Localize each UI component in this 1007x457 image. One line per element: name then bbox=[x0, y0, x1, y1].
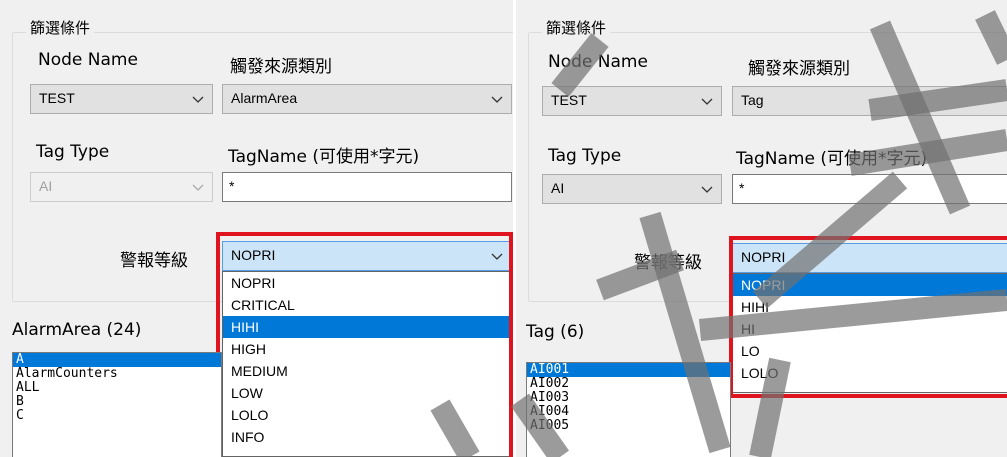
alarm-level-option[interactable]: HIGH bbox=[223, 338, 511, 360]
trigger-source-combo[interactable]: AlarmArea bbox=[222, 84, 512, 114]
chevron-down-icon[interactable] bbox=[697, 87, 717, 115]
filter-group-title: 篩選條件 bbox=[542, 17, 611, 38]
list-item[interactable]: ALL bbox=[13, 381, 221, 395]
alarm-level-dropdown: NOPRI CRITICAL HIHI HIGH MEDIUM LOW LOLO… bbox=[222, 271, 512, 457]
list-item[interactable]: AI003 bbox=[527, 391, 730, 405]
right-filter-panel: 篩選條件 Node Name 觸發來源類別 TEST Tag Tag Type … bbox=[516, 0, 1007, 457]
list-item[interactable]: A bbox=[13, 353, 221, 367]
trigger-source-value: AlarmArea bbox=[231, 90, 298, 106]
tag-type-combo: AI bbox=[30, 172, 213, 202]
alarm-level-dropdown: NOPRI HIHI HI LO LOLO bbox=[732, 273, 1007, 393]
list-item[interactable]: AI001 bbox=[527, 363, 730, 377]
tag-listbox[interactable]: AI001 AI002 AI003 AI004 AI005 bbox=[526, 362, 731, 457]
tagname-label: TagName (可使用*字元) bbox=[228, 147, 420, 167]
alarm-level-option[interactable]: LO bbox=[733, 340, 1007, 362]
trigger-source-label: 觸發來源類別 bbox=[230, 57, 332, 77]
list-item[interactable]: AI002 bbox=[527, 377, 730, 391]
node-name-value: TEST bbox=[551, 92, 587, 108]
tag-type-label: Tag Type bbox=[548, 146, 622, 166]
node-name-combo[interactable]: TEST bbox=[542, 86, 722, 116]
alarm-level-label: 警報等級 bbox=[634, 253, 702, 273]
tag-type-value: AI bbox=[39, 178, 53, 194]
alarm-level-combo[interactable]: NOPRI bbox=[732, 243, 1007, 273]
list-item[interactable]: AI004 bbox=[527, 405, 730, 419]
node-name-label: Node Name bbox=[38, 50, 138, 70]
chevron-down-icon[interactable] bbox=[487, 242, 507, 270]
alarm-level-option[interactable]: HIHI bbox=[733, 296, 1007, 318]
node-name-value: TEST bbox=[39, 90, 75, 106]
filter-group-title: 篩選條件 bbox=[26, 17, 95, 38]
trigger-source-combo[interactable]: Tag bbox=[732, 86, 1007, 116]
tag-type-value: AI bbox=[551, 180, 565, 196]
chevron-down-icon[interactable] bbox=[697, 175, 717, 203]
chevron-down-icon[interactable] bbox=[188, 85, 208, 113]
alarm-area-listbox[interactable]: A AlarmCounters ALL B C bbox=[12, 352, 222, 457]
node-name-label: Node Name bbox=[548, 52, 648, 72]
alarm-level-option[interactable]: NOPRI bbox=[733, 274, 1007, 296]
trigger-source-label: 觸發來源類別 bbox=[748, 59, 850, 79]
alarm-level-option[interactable]: LOLO bbox=[223, 404, 511, 426]
alarm-level-label: 警報等級 bbox=[120, 251, 188, 271]
trigger-source-value: Tag bbox=[741, 92, 764, 108]
node-name-combo[interactable]: TEST bbox=[30, 84, 213, 114]
list-item[interactable]: AI005 bbox=[527, 419, 730, 433]
list-item[interactable]: AlarmCounters bbox=[13, 367, 221, 381]
list-count-label: Tag (6) bbox=[526, 322, 585, 342]
chevron-down-icon[interactable] bbox=[487, 85, 507, 113]
tagname-input[interactable] bbox=[222, 172, 512, 202]
tagname-input[interactable] bbox=[732, 174, 1007, 204]
alarm-level-option[interactable]: LOLO bbox=[733, 362, 1007, 384]
alarm-level-option[interactable]: CRITICAL bbox=[223, 294, 511, 316]
alarm-level-option[interactable]: INFO bbox=[223, 426, 511, 448]
alarm-level-option[interactable]: MEDIUM bbox=[223, 360, 511, 382]
alarm-level-option[interactable]: HIHI bbox=[223, 316, 511, 338]
tag-type-combo[interactable]: AI bbox=[542, 174, 722, 204]
alarm-level-value: NOPRI bbox=[231, 247, 276, 263]
tagname-text[interactable] bbox=[733, 175, 999, 201]
tagname-text[interactable] bbox=[223, 173, 489, 199]
alarm-level-option[interactable]: LOW bbox=[223, 382, 511, 404]
alarm-level-option[interactable]: HI bbox=[733, 318, 1007, 340]
left-filter-panel: 篩選條件 Node Name 觸發來源類別 TEST AlarmArea Tag… bbox=[0, 0, 513, 457]
tag-type-label: Tag Type bbox=[36, 142, 110, 162]
alarm-level-value: NOPRI bbox=[741, 249, 786, 265]
chevron-down-icon bbox=[188, 173, 208, 201]
list-item[interactable]: C bbox=[13, 409, 221, 423]
list-item[interactable]: B bbox=[13, 395, 221, 409]
tagname-label: TagName (可使用*字元) bbox=[736, 149, 928, 169]
list-count-label: AlarmArea (24) bbox=[12, 320, 142, 340]
alarm-level-combo[interactable]: NOPRI bbox=[222, 241, 512, 271]
alarm-level-option[interactable]: NOPRI bbox=[223, 272, 511, 294]
